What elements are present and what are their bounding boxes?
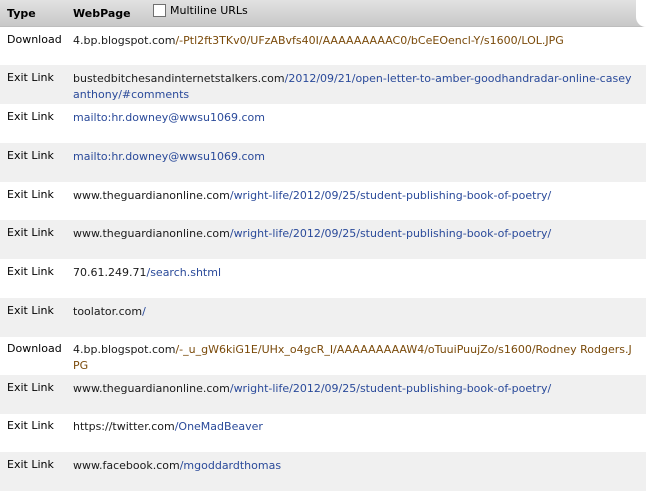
visitor-links-table: Type WebPage Multiline URLs Download 4.bp… xyxy=(0,0,646,491)
row-type: Exit Link xyxy=(7,419,54,432)
link-host: 70.61.249.71 xyxy=(73,266,147,279)
table-row: Exit Link toolator.com/ xyxy=(0,298,646,337)
row-type: Download xyxy=(7,33,62,46)
row-type: Download xyxy=(7,342,62,355)
row-webpage-link[interactable]: 70.61.249.71/search.shtml xyxy=(73,265,633,281)
link-host: 4.bp.blogspot.com xyxy=(73,343,176,356)
link-path: mailto:hr.downey@wwsu1069.com xyxy=(73,150,265,163)
row-type: Exit Link xyxy=(7,381,54,394)
row-webpage-link[interactable]: www.theguardianonline.com/wright-life/20… xyxy=(73,381,633,397)
table-row: Exit Link 70.61.249.71/search.shtml xyxy=(0,259,646,298)
link-path: /wright-life/2012/09/25/student-publishi… xyxy=(229,382,552,395)
link-host: www.facebook.com xyxy=(73,459,180,472)
row-webpage-link[interactable]: toolator.com/ xyxy=(73,304,633,320)
column-header-webpage[interactable]: WebPage xyxy=(73,7,131,20)
table-row: Exit Link mailto:hr.downey@wwsu1069.com xyxy=(0,104,646,143)
row-webpage-link[interactable]: 4.bp.blogspot.com/-_u_gW6kiG1E/UHx_o4gcR… xyxy=(73,342,633,374)
table-row: Exit Link bustedbitchesandinternetstalker… xyxy=(0,65,646,104)
multiline-urls-label: Multiline URLs xyxy=(170,4,248,17)
link-host: bustedbitchesandinternetstalkers.com xyxy=(73,72,285,85)
header-corner xyxy=(636,0,646,27)
link-path: /wright-life/2012/09/25/student-publishi… xyxy=(229,189,552,202)
link-host: www.theguardianonline.com xyxy=(73,382,230,395)
row-type: Exit Link xyxy=(7,226,54,239)
table-row: Exit Link https://twitter.com/OneMadBeave… xyxy=(0,413,646,452)
row-type: Exit Link xyxy=(7,188,54,201)
table-row: Exit Link mailto:hr.downey@wwsu1069.com xyxy=(0,143,646,182)
table-row: Exit Link www.theguardianonline.com/wrigh… xyxy=(0,182,646,221)
row-type: Exit Link xyxy=(7,304,54,317)
row-type: Exit Link xyxy=(7,71,54,84)
table-row: Exit Link www.theguardianonline.com/wrigh… xyxy=(0,375,646,414)
row-webpage-link[interactable]: 4.bp.blogspot.com/-Ptl2ft3TKv0/UFzABvfs4… xyxy=(73,33,633,49)
link-path: /mgoddardthomas xyxy=(179,459,282,472)
table-row: Download 4.bp.blogspot.com/-Ptl2ft3TKv0/U… xyxy=(0,27,646,66)
row-type: Exit Link xyxy=(7,265,54,278)
row-webpage-link[interactable]: bustedbitchesandinternetstalkers.com/201… xyxy=(73,71,633,103)
link-host: 4.bp.blogspot.com xyxy=(73,34,176,47)
link-host: www.theguardianonline.com xyxy=(73,227,230,240)
link-path: /OneMadBeaver xyxy=(174,420,263,433)
link-path: /search.shtml xyxy=(146,266,222,279)
row-webpage-link[interactable]: mailto:hr.downey@wwsu1069.com xyxy=(73,149,633,165)
row-webpage-link[interactable]: www.facebook.com/mgoddardthomas xyxy=(73,458,633,474)
row-webpage-link[interactable]: mailto:hr.downey@wwsu1069.com xyxy=(73,110,633,126)
multiline-urls-toggle[interactable]: Multiline URLs xyxy=(153,4,248,17)
link-host: https://twitter.com xyxy=(73,420,175,433)
link-path: /-Ptl2ft3TKv0/UFzABvfs40I/AAAAAAAAAC0/bC… xyxy=(175,34,564,47)
row-type: Exit Link xyxy=(7,458,54,471)
row-webpage-link[interactable]: https://twitter.com/OneMadBeaver xyxy=(73,419,633,435)
link-path: / xyxy=(142,305,146,318)
link-host: toolator.com xyxy=(73,305,143,318)
table-header: Type WebPage Multiline URLs xyxy=(0,0,646,27)
column-header-type[interactable]: Type xyxy=(7,7,36,20)
table-row: Exit Link www.facebook.com/mgoddardthomas xyxy=(0,452,646,491)
link-path: /wright-life/2012/09/25/student-publishi… xyxy=(229,227,552,240)
multiline-urls-checkbox[interactable] xyxy=(153,4,166,17)
row-type: Exit Link xyxy=(7,110,54,123)
row-webpage-link[interactable]: www.theguardianonline.com/wright-life/20… xyxy=(73,188,633,204)
link-path: mailto:hr.downey@wwsu1069.com xyxy=(73,111,265,124)
table-row: Exit Link www.theguardianonline.com/wrigh… xyxy=(0,220,646,259)
link-host: www.theguardianonline.com xyxy=(73,189,230,202)
row-webpage-link[interactable]: www.theguardianonline.com/wright-life/20… xyxy=(73,226,633,242)
table-row: Download 4.bp.blogspot.com/-_u_gW6kiG1E/U… xyxy=(0,336,646,375)
row-type: Exit Link xyxy=(7,149,54,162)
